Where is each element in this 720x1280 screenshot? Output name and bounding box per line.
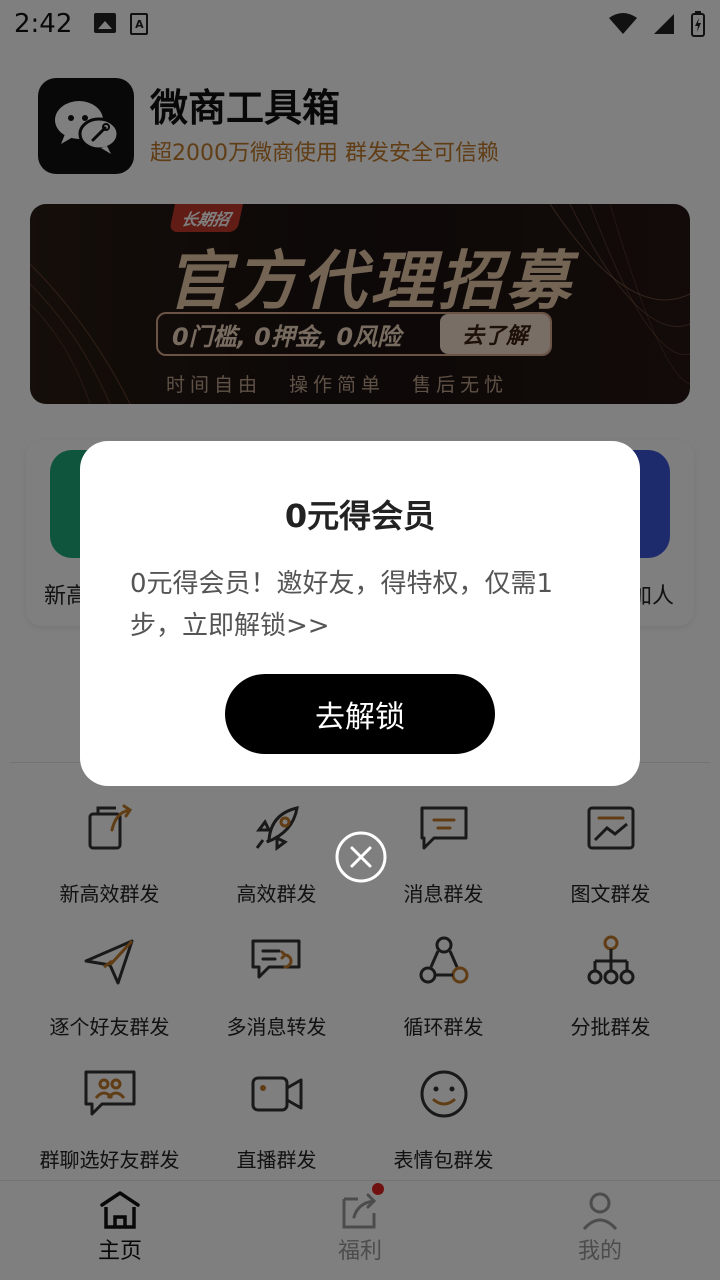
- membership-dialog: 0元得会员 0元得会员！邀好友，得特权，仅需1步，立即解锁>> 去解锁: [80, 441, 640, 786]
- unlock-button[interactable]: 去解锁: [225, 674, 495, 754]
- dialog-body: 0元得会员！邀好友，得特权，仅需1步，立即解锁>>: [130, 569, 554, 641]
- dialog-title: 0元得会员: [284, 497, 436, 535]
- close-icon[interactable]: [335, 831, 387, 883]
